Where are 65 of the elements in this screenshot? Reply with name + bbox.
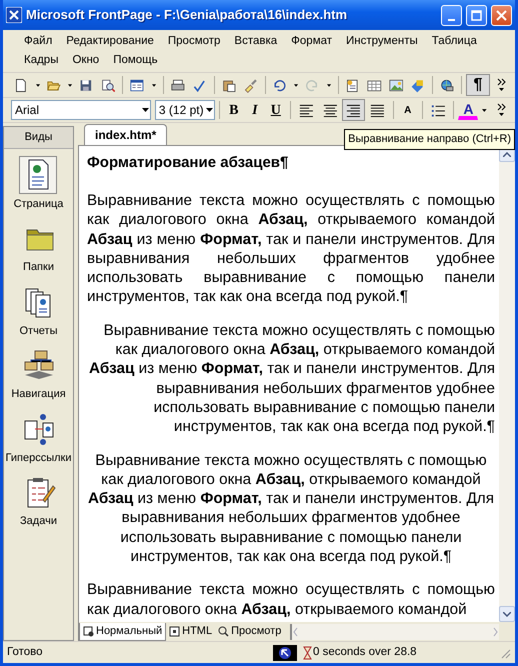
menu-item[interactable]: Кадры	[17, 52, 66, 70]
view-item[interactable]: Гиперссылки	[6, 410, 72, 466]
window-title: Microsoft FrontPage - F:\Genia\работа\16\index.htm	[26, 6, 348, 24]
download-time: 0 seconds over 28.8	[313, 644, 418, 660]
document-tab[interactable]: index.htm*	[84, 124, 168, 145]
maximize-button[interactable]	[466, 4, 487, 26]
close-icon	[496, 10, 507, 20]
caret-icon	[204, 108, 214, 112]
close-button[interactable]	[491, 4, 512, 26]
menu-item[interactable]: Инструменты	[339, 32, 425, 50]
brush-icon	[243, 76, 258, 94]
menu-item[interactable]: Формат	[284, 32, 340, 50]
menu-item[interactable]: Вставка	[227, 32, 284, 50]
heading: Форматирование абзацев¶	[87, 153, 290, 173]
paragraph: Выравнивание текста можно осуществлять с помощью как диалогового окна Абзац, открываемого командой Абзац из меню Формат, так и панели инструментов. Для выравнивания небольших фрагментов удобнее использовать выравнивание с помощью панели инструментов, так как она всегда под рукой.¶	[87, 191, 495, 307]
tooltip: Выравнивание направо (Ctrl+R)	[344, 129, 515, 150]
view-tab[interactable]: Нормальный	[79, 622, 166, 640]
html-view-icon	[169, 626, 180, 637]
grow-font-button[interactable]: A	[398, 99, 418, 121]
caret-icon	[294, 84, 298, 86]
font-size-field[interactable]: 3 (12 pt)	[154, 100, 215, 120]
caret-icon	[68, 84, 72, 86]
show-formatting-button[interactable]: ¶	[466, 74, 490, 96]
search-icon	[218, 626, 230, 637]
underline-button[interactable]: U	[266, 99, 286, 121]
view-tab[interactable]: Просмотр	[215, 622, 284, 640]
scroll-down-button[interactable]	[499, 606, 515, 622]
caret-icon	[326, 84, 331, 86]
font-field[interactable]: Arial	[11, 100, 152, 120]
menu-item[interactable]: Просмотр	[160, 32, 228, 50]
view-item[interactable]: Задачи	[20, 473, 58, 530]
hourglass-icon	[303, 646, 312, 660]
chevron-icon	[496, 103, 506, 117]
view-tab[interactable]: HTML	[166, 622, 216, 640]
menu-item[interactable]: Файл	[17, 32, 60, 50]
caret-icon	[141, 108, 150, 112]
bold-button[interactable]: B	[224, 99, 244, 121]
italic-button[interactable]: I	[244, 99, 265, 121]
minimize-icon	[448, 18, 455, 20]
chevron-up-icon	[503, 152, 511, 156]
paragraph: Выравнивание текста можно осуществлять с помощью как диалогового окна Абзац, открываемого командой Абзац из меню Формат, так и панели инструментов. Для выравнивания небольших фрагментов удобнее использовать выравнивание с помощью панели инструментов, так как она всегда под рукой.¶	[88, 320, 495, 437]
view-item[interactable]: Папки	[20, 219, 58, 276]
chevron-icon	[496, 78, 506, 92]
menu-item[interactable]: Редактирование	[59, 32, 161, 50]
caret-icon	[482, 108, 488, 112]
view-item[interactable]: Отчеты	[19, 282, 58, 339]
font-color-button[interactable]: A	[458, 100, 478, 120]
menu-item[interactable]: Таблица	[424, 32, 484, 50]
paragraph: Выравнивание текста можно осуществлять с помощью как диалогового окна Абзац, открываемого командой Абзац из меню Формат, так и панели инструментов. Для выравнивания небольших фрагментов удобнее использовать выравнивание с помощью панели инструментов, так как она всегда под рукой.¶	[87, 450, 495, 566]
align-right-button[interactable]	[342, 99, 366, 121]
resize-grip-icon[interactable]	[499, 646, 511, 658]
caret-icon	[36, 84, 40, 86]
menu-item[interactable]: Окно	[65, 52, 106, 70]
normal-view-icon	[83, 626, 94, 636]
views-bar-title: Виды	[4, 127, 73, 148]
caret-icon	[152, 84, 156, 86]
menu-item[interactable]: Помощь	[106, 52, 165, 70]
app-icon	[6, 7, 22, 23]
chevron-down-icon	[503, 612, 511, 616]
maximize-icon	[471, 10, 482, 20]
minimize-button[interactable]	[441, 4, 462, 26]
paragraph: Выравнивание текста можно осуществлять с помощью как диалогового окна Абзац, открываемого командой	[87, 580, 495, 619]
view-item[interactable]: Навигация	[11, 346, 66, 402]
connection-icon	[273, 644, 297, 660]
status-text: Готово	[7, 644, 44, 660]
